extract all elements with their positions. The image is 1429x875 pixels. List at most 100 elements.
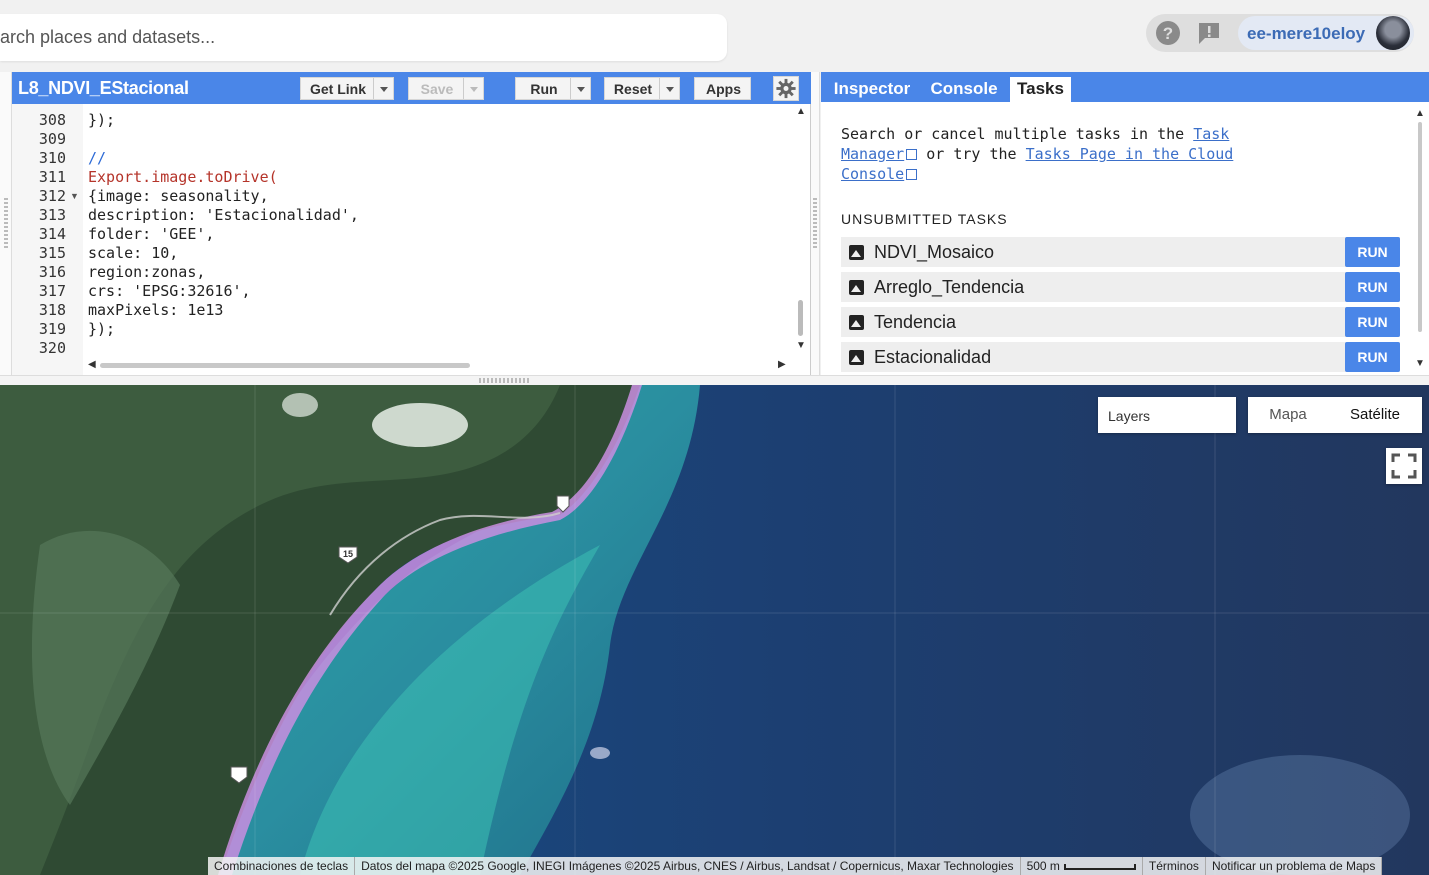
tasks-message: Search or cancel multiple tasks in the T… (841, 124, 1261, 184)
keyboard-shortcuts-link[interactable]: Combinaciones de teclas (208, 857, 356, 875)
get-link-dropdown-icon[interactable] (373, 78, 393, 99)
road-shield-icon (230, 766, 248, 784)
get-link-label: Get Link (309, 81, 366, 97)
code-line[interactable]: maxPixels: 1e13 (88, 301, 223, 319)
editor-horizontal-scrollbar[interactable]: ◀ ▶ (88, 359, 793, 372)
user-account-button[interactable]: ee-mere10eloy (1238, 16, 1414, 50)
avatar[interactable] (1376, 16, 1410, 50)
scale-indicator[interactable]: 500 m (1020, 857, 1143, 875)
satellite-imagery (0, 385, 1429, 875)
run-button[interactable]: Run (515, 77, 591, 100)
code-line[interactable]: region:zonas, (88, 263, 205, 281)
map-view[interactable]: 15 Layers Mapa Satélite Combinaciones de… (0, 385, 1429, 875)
terms-link[interactable]: Términos (1142, 857, 1206, 875)
task-row: Arreglo_Tendencia RUN (841, 272, 1400, 302)
task-name: Tendencia (874, 312, 957, 332)
apps-label: Apps (706, 81, 741, 97)
scroll-right-icon[interactable]: ▶ (778, 359, 786, 370)
run-task-button[interactable]: RUN (1345, 342, 1400, 372)
task-name: NDVI_Mosaico (874, 242, 995, 262)
line-number: 309 (38, 130, 66, 148)
code-area[interactable]: }); // Export.image.toDrive( {image: sea… (88, 104, 793, 364)
scale-label: 500 m (1026, 859, 1060, 873)
line-number: 311 (38, 168, 66, 186)
code-line[interactable]: Export.image.toDrive( (88, 168, 278, 186)
save-label: Save (420, 81, 454, 97)
tasks-scrollbar[interactable]: ▲ ▼ (1414, 108, 1426, 374)
left-resize-handle[interactable] (0, 72, 12, 375)
code-editor-panel: L8_NDVI_EStacional Get Link Save Run Res… (0, 72, 811, 375)
road-shield-label: 15 (343, 549, 353, 559)
svg-text:?: ? (1163, 24, 1173, 43)
tab-inspector[interactable]: Inspector (827, 77, 917, 102)
unsubmitted-tasks-title: UNSUBMITTED TASKS (841, 211, 1008, 227)
task-row: Estacionalidad RUN (841, 342, 1400, 372)
scroll-up-icon[interactable]: ▲ (1415, 108, 1425, 119)
scroll-thumb[interactable] (1418, 122, 1422, 332)
run-task-button[interactable]: RUN (1345, 237, 1400, 267)
code-line[interactable]: scale: 10, (88, 244, 178, 262)
task-row: NDVI_Mosaico RUN (841, 237, 1400, 267)
save-dropdown-icon[interactable] (463, 78, 483, 99)
map-type-control: Mapa Satélite (1248, 397, 1422, 433)
feedback-icon[interactable] (1195, 19, 1223, 47)
vertical-resize-handle[interactable] (811, 72, 820, 375)
line-number: 317 (38, 282, 66, 300)
scroll-down-icon[interactable]: ▼ (1415, 358, 1425, 369)
image-icon (849, 315, 864, 330)
run-task-button[interactable]: RUN (1345, 307, 1400, 337)
report-problem-link[interactable]: Notificar un problema de Maps (1205, 857, 1383, 875)
fullscreen-button[interactable] (1386, 448, 1422, 484)
editor-vertical-scrollbar[interactable]: ▲ ▼ (793, 104, 809, 362)
search-input[interactable] (0, 14, 727, 61)
scroll-thumb[interactable] (798, 300, 803, 336)
map-attribution: Combinaciones de teclas Datos del mapa ©… (208, 857, 1383, 875)
scroll-up-icon[interactable]: ▲ (796, 106, 806, 117)
code-line[interactable]: // (88, 149, 106, 167)
tab-tasks[interactable]: Tasks (1010, 77, 1071, 102)
line-number: 313 (38, 206, 66, 224)
image-icon (849, 280, 864, 295)
code-line[interactable]: {image: seasonality, (88, 187, 269, 205)
image-icon (849, 350, 864, 365)
help-icon[interactable]: ? (1154, 19, 1182, 47)
reset-button[interactable]: Reset (604, 77, 680, 100)
road-shield-icon: 15 (338, 546, 358, 564)
reset-label: Reset (613, 81, 653, 97)
right-panel: Inspector Console Tasks Search or cancel… (821, 72, 1429, 375)
run-label: Run (530, 81, 558, 97)
code-line[interactable]: description: 'Estacionalidad', (88, 206, 359, 224)
user-name: ee-mere10eloy (1247, 24, 1366, 43)
search-box[interactable] (0, 14, 727, 61)
settings-button[interactable] (773, 76, 799, 101)
layers-label: Layers (1108, 408, 1151, 424)
account-area: ? ee-mere10eloy (1146, 14, 1414, 52)
line-number: 315 (38, 244, 66, 262)
external-link-icon (906, 169, 918, 180)
layers-control[interactable]: Layers (1098, 397, 1236, 433)
scroll-left-icon[interactable]: ◀ (88, 359, 96, 370)
line-number: 319 (38, 320, 66, 338)
code-line[interactable]: folder: 'GEE', (88, 225, 214, 243)
scroll-down-icon[interactable]: ▼ (796, 340, 806, 351)
code-line[interactable]: }); (88, 320, 115, 338)
task-name: Estacionalidad (874, 347, 992, 367)
script-name: L8_NDVI_EStacional (18, 78, 189, 98)
map-type-satellite-button[interactable]: Satélite (1328, 397, 1422, 433)
save-button[interactable]: Save (408, 77, 484, 100)
reset-dropdown-icon[interactable] (659, 78, 679, 99)
get-link-button[interactable]: Get Link (300, 77, 394, 100)
horizontal-resize-handle[interactable] (0, 375, 1429, 385)
line-number: 310 (38, 149, 66, 167)
run-task-button[interactable]: RUN (1345, 272, 1400, 302)
scroll-thumb[interactable] (100, 363, 470, 368)
code-line[interactable]: }); (88, 111, 115, 129)
fold-toggle-icon[interactable]: ▼ (70, 191, 79, 201)
tab-console[interactable]: Console (923, 77, 1005, 102)
run-dropdown-icon[interactable] (570, 78, 590, 99)
map-type-roadmap-button[interactable]: Mapa (1248, 397, 1328, 433)
code-line[interactable]: crs: 'EPSG:32616', (88, 282, 251, 300)
task-name: Arreglo_Tendencia (874, 277, 1025, 297)
apps-button[interactable]: Apps (694, 77, 751, 100)
tasks-message-text: Search or cancel multiple tasks in the (841, 125, 1194, 143)
